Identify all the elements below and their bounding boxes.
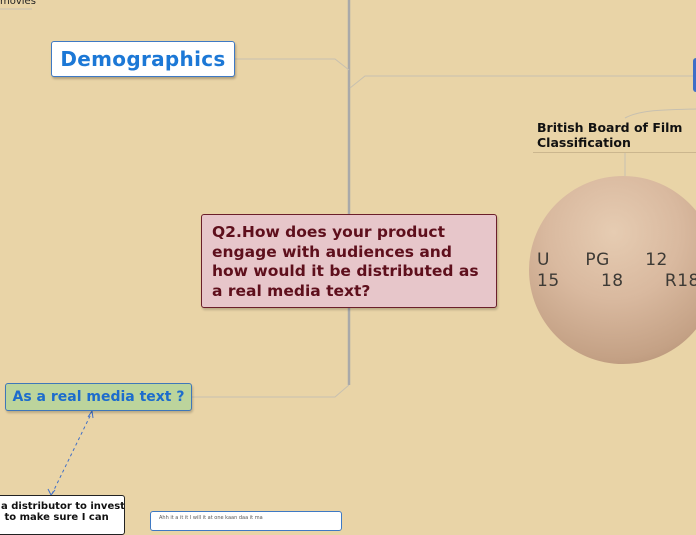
central-question-text: Q2.How does your product engage with aud… — [212, 223, 479, 300]
bbfc-connector — [624, 108, 696, 119]
ratings-text: U PG 12 15 18 R18 — [537, 250, 696, 292]
bbfc-title[interactable]: British Board of Film Classification — [537, 120, 696, 150]
central-question-node[interactable]: Q2.How does your product engage with aud… — [201, 214, 497, 308]
dashed-arrow-head-top — [87, 409, 94, 419]
demographics-node[interactable]: Demographics — [51, 41, 235, 77]
demographics-label: Demographics — [60, 47, 226, 71]
ratings-line-1: U PG 12 — [537, 250, 668, 270]
bottom-card-node[interactable]: Ahh it a it it I will it at one kaan daa… — [150, 511, 342, 531]
demographics-connector — [235, 58, 350, 71]
distributor-text: a distributor to invest to make sure I c… — [1, 501, 125, 523]
dashed-arrow-line — [51, 411, 93, 495]
real-media-text-node[interactable]: As a real media text ? — [5, 383, 192, 411]
right-branch-connector — [349, 75, 696, 89]
bbfc-underline — [533, 152, 696, 153]
top-fragment-text: movies — [0, 0, 36, 7]
real-media-connector — [192, 384, 350, 398]
bottom-card-text: Ahh it a it it I will it at one kaan daa… — [159, 515, 263, 521]
ratings-line-2: 15 18 R18 — [537, 271, 696, 291]
distributor-node[interactable]: a distributor to invest to make sure I c… — [0, 495, 125, 535]
real-media-text-label: As a real media text ? — [12, 389, 185, 405]
